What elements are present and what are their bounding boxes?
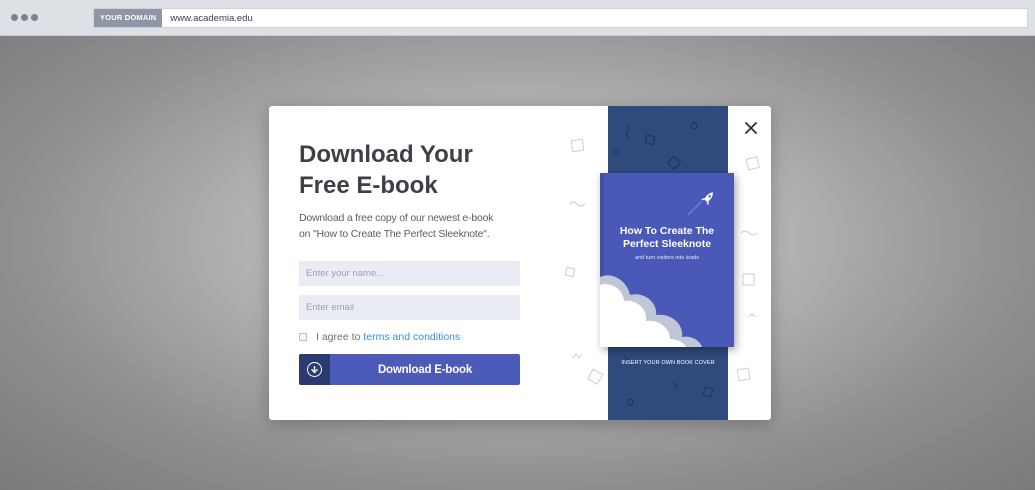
close-button[interactable]: [743, 120, 759, 136]
agree-label: I agree to: [316, 331, 361, 343]
ebook-cover: How To Create The Perfect Sleeknote and …: [600, 173, 734, 347]
domain-tag: YOUR DOMAIN: [94, 9, 163, 27]
url-text[interactable]: www.academia.edu: [170, 13, 252, 24]
window-controls-icon[interactable]: [11, 14, 38, 21]
name-input[interactable]: [299, 261, 520, 286]
cloud-illustration: [600, 275, 702, 347]
download-ebook-button[interactable]: Download E-book: [299, 354, 520, 385]
terms-row: I agree to terms and conditions: [299, 331, 460, 343]
download-arrow-icon: [307, 362, 322, 377]
address-bar[interactable]: YOUR DOMAIN www.academia.edu: [93, 8, 1028, 28]
book-subtitle: and turn visitors into leads: [635, 255, 699, 261]
window-dot-minimize[interactable]: [21, 14, 28, 21]
terms-link[interactable]: terms and conditions: [363, 331, 460, 343]
book-cover-caption: INSERT YOUR OWN BOOK COVER: [621, 360, 715, 366]
email-input[interactable]: [299, 295, 520, 320]
terms-checkbox[interactable]: [299, 333, 307, 341]
browser-toolbar: YOUR DOMAIN www.academia.edu: [0, 0, 1035, 36]
download-icon-box: [299, 354, 330, 385]
popup-description: Download a free copy of our newest e-boo…: [299, 212, 494, 240]
window-dot-maximize[interactable]: [31, 14, 38, 21]
close-icon[interactable]: [745, 122, 757, 134]
popup-headline: Download Your Free E-book: [299, 141, 473, 199]
book-title: How To Create The Perfect Sleeknote: [619, 225, 715, 250]
rocket-icon: [687, 192, 713, 216]
window-dot-close[interactable]: [11, 14, 18, 21]
ebook-popup: Download Your Free E-book Download a fre…: [269, 106, 771, 420]
download-button-label: Download E-book: [377, 363, 473, 376]
